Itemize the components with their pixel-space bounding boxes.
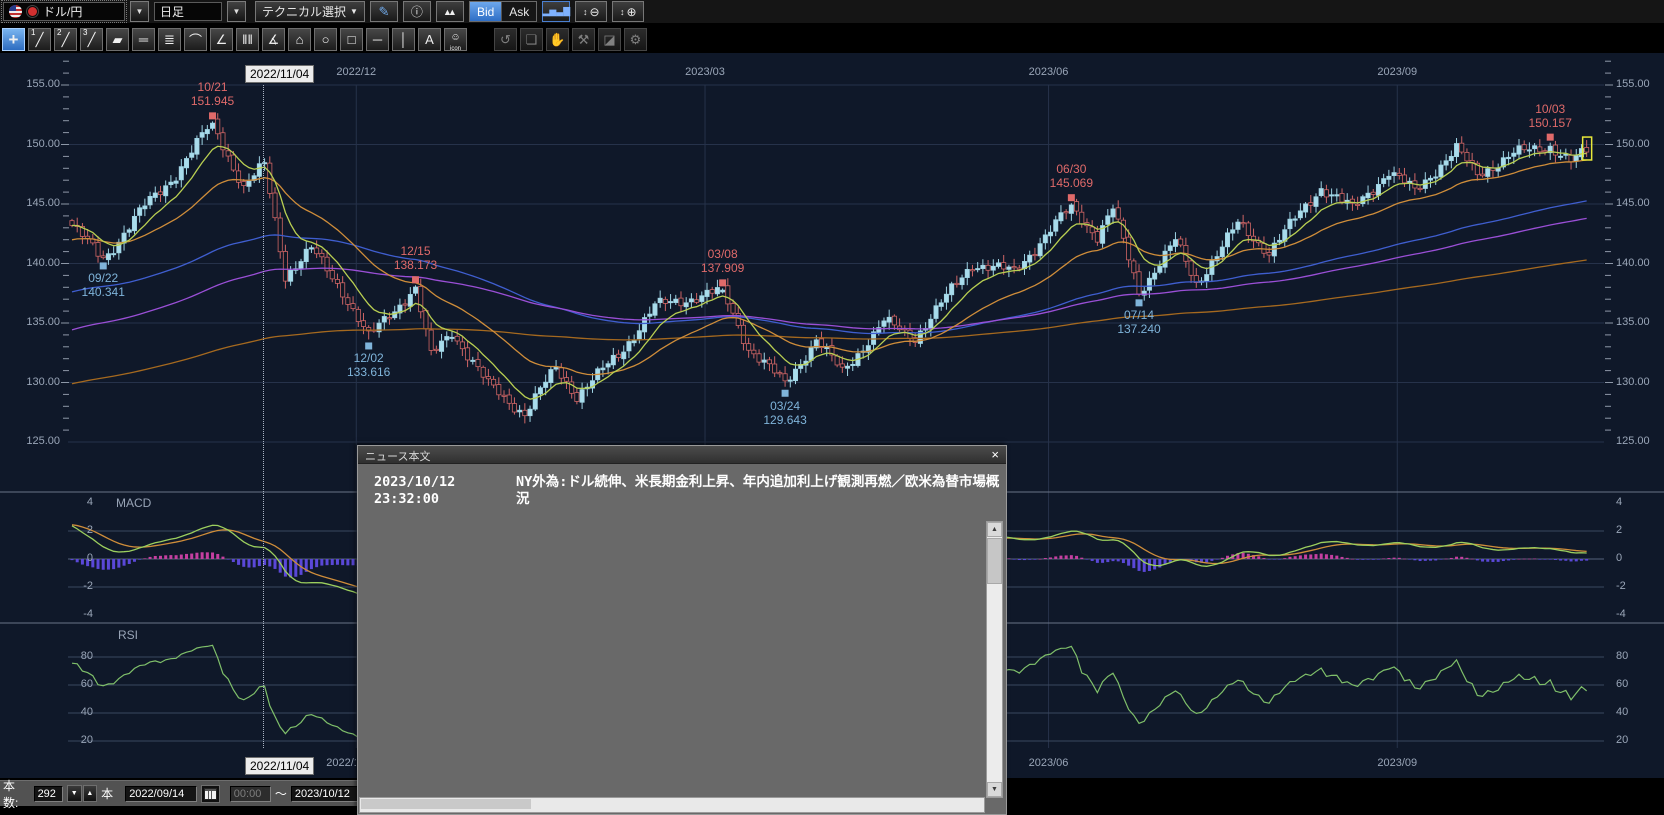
annotation-marker [1547,134,1554,141]
annotation-marker [1068,194,1075,201]
moving-averages-layer [72,146,1587,399]
range-tilde-label: ～ [275,785,287,802]
scrollbar-thumb[interactable] [987,538,1002,584]
calendar-button[interactable] [201,785,220,803]
news-headline: NY外為:ドル続伸、米長期金利上昇、年内追加利上げ観測再燃／欧米為替市場概況 [516,474,1000,508]
chart-application-window: ドル/円 ▼ 日足 ▼ テクニカル選択 ▼ ✎ ⓘ ▲▲ Bid Ask ▂▅▃… [0,0,1664,815]
calendar-icon [204,788,217,800]
date-from-input[interactable]: 2022/09/14 [125,786,197,802]
annotation-marker [100,262,107,269]
bar-count-label: 本数: [3,777,30,811]
chart-settings-bar: 本数: 292 ▼ ▲ 本 2022/09/14 00:00 ～ 2023/10… [0,780,364,806]
horizontal-scrollbar-thumb[interactable] [361,799,531,809]
crosshair-line [263,85,264,748]
vertical-scrollbar[interactable]: ▲ ▼ [986,521,1003,798]
time-input: 00:00 [230,786,271,802]
scroll-down-icon[interactable]: ▼ [987,782,1002,797]
crosshair-date-tooltip-top: 2022/11/04 [245,65,314,83]
annotation-marker [412,276,419,283]
news-dialog-titlebar[interactable]: ニュース本文 [358,446,1006,464]
news-dialog-title: ニュース本文 [365,451,430,463]
candles-layer [70,113,1589,423]
date-to-input[interactable]: 2023/10/12 [291,786,361,802]
news-header: 2023/10/12 23:32:00 NY外為:ドル続伸、米長期金利上昇、年内… [374,474,1000,508]
annotation-marker [209,112,216,119]
count-decrement-button[interactable]: ▼ [67,785,82,802]
annotation-marker [719,279,726,286]
close-icon[interactable]: × [991,447,999,463]
news-timestamp: 2023/10/12 23:32:00 [374,474,516,508]
bar-unit-label: 本 [101,785,113,802]
count-increment-button[interactable]: ▲ [83,785,98,802]
news-dialog: ニュース本文 × 2023/10/12 23:32:00 NY外為:ドル続伸、米… [357,445,1007,815]
annotation-marker [365,342,372,349]
annotation-marker [782,390,789,397]
crosshair-date-tooltip-bottom: 2022/11/04 [245,757,314,775]
scroll-up-icon[interactable]: ▲ [987,522,1002,537]
annotation-marker [1136,299,1143,306]
horizontal-scrollbar[interactable] [359,797,985,813]
bar-count-input[interactable]: 292 [34,786,63,802]
